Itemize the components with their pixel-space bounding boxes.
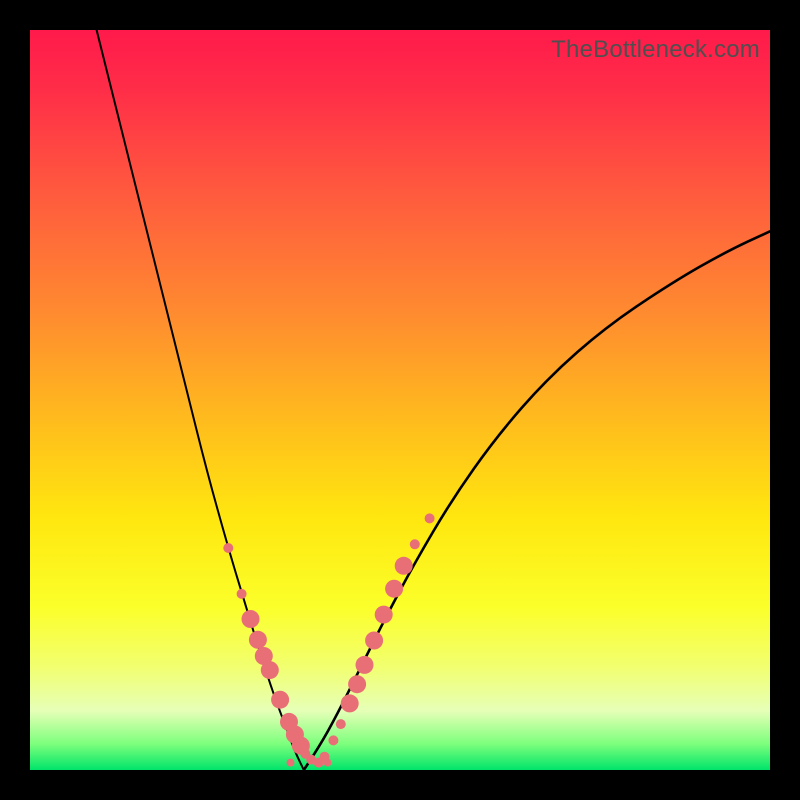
data-marker [356,656,374,674]
data-marker [375,606,393,624]
data-marker [261,661,279,679]
data-marker [365,632,383,650]
left-curve [97,30,304,770]
data-marker [341,694,359,712]
data-marker [271,691,289,709]
chart-frame: TheBottleneck.com [0,0,800,800]
data-marker [425,513,435,523]
data-marker [328,735,338,745]
data-marker [249,631,267,649]
chart-svg [30,30,770,770]
data-marker [385,580,403,598]
plot-area: TheBottleneck.com [30,30,770,770]
data-marker [395,557,413,575]
data-marker [336,719,346,729]
data-marker [348,675,366,693]
data-marker [242,610,260,628]
data-marker [287,759,295,767]
data-marker [410,539,420,549]
data-marker [324,759,332,767]
right-curve [304,231,770,770]
data-marker [237,589,247,599]
data-marker [223,543,233,553]
